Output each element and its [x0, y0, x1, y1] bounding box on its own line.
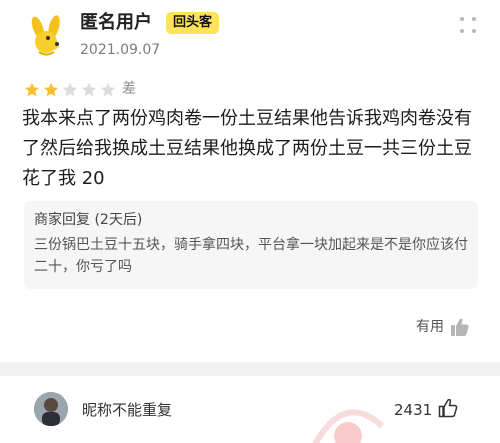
commenter-nickname[interactable]: 昵称不能重复 [82, 400, 172, 420]
merchant-reply-title: 商家回复 (2天后) [34, 212, 143, 228]
merchant-reply-text: 三份锅巴土豆十五块，骑手拿四块，平台拿一块加起来是不是你应该付二十，你亏了吗 [34, 237, 468, 275]
star-filled-icon [43, 82, 59, 97]
star-empty-icon [81, 82, 97, 97]
review-date: 2021.09.07 [80, 42, 161, 58]
star-empty-icon [62, 82, 78, 97]
repeat-customer-badge: 回头客 [166, 12, 220, 34]
dog-avatar-icon [31, 15, 60, 56]
thumbs-up-icon[interactable] [438, 398, 458, 418]
merchant-reply: 商家回复 (2天后) 三份锅巴土豆十五块，骑手拿四块，平台拿一块加起来是不是你应… [24, 201, 478, 289]
star-filled-icon [24, 82, 40, 97]
rating-label: 差 [122, 81, 136, 97]
like-count: 2431 [394, 401, 433, 419]
more-vertical-icon[interactable] [460, 17, 476, 33]
commenter-avatar[interactable] [34, 392, 68, 426]
useful-button[interactable]: 有用 [416, 317, 470, 337]
username[interactable]: 匿名用户 [80, 11, 152, 35]
star-empty-icon [100, 82, 116, 97]
watermark-stamp-icon [312, 409, 384, 443]
review-text: 我本来点了两份鸡肉卷一份土豆结果他告诉我鸡肉卷没有了然后给我换成土豆结果他换成了… [22, 108, 472, 189]
person-photo-icon [34, 392, 68, 426]
thumbs-up-icon [451, 318, 469, 336]
useful-label: 有用 [416, 319, 444, 335]
user-avatar[interactable] [22, 12, 70, 60]
rating-stars [24, 82, 116, 98]
comment-card: 昵称不能重复 2431 [0, 376, 500, 443]
review-card: 匿名用户 回头客 2021.09.07 差 我本来点了两份鸡肉卷一份土豆结果他告… [0, 0, 500, 362]
